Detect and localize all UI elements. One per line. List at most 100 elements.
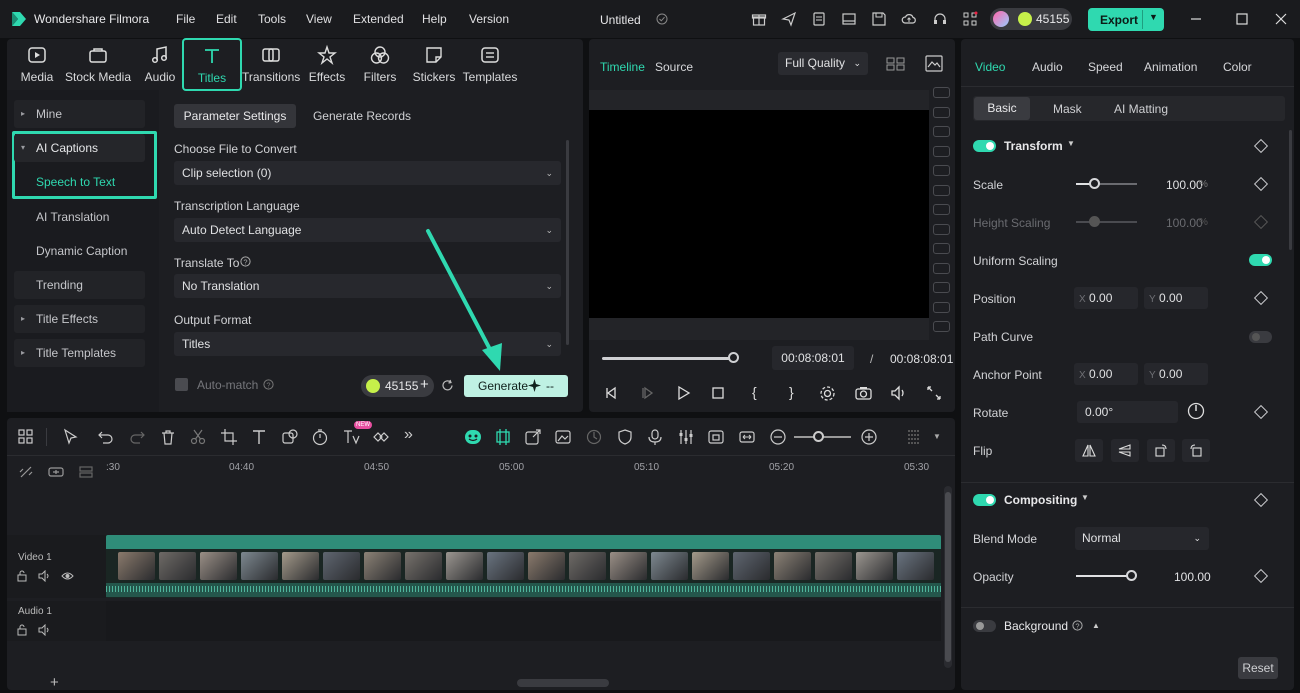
choose-file-select[interactable]: Clip selection (0) ⌄ (174, 161, 561, 185)
stop-icon[interactable] (710, 385, 726, 401)
image-icon[interactable] (925, 55, 943, 72)
tab-parameter-settings[interactable]: Parameter Settings (174, 104, 296, 128)
refresh-icon[interactable] (441, 379, 454, 392)
tab-filters[interactable]: Filters (360, 44, 400, 86)
ai-face-icon[interactable] (464, 428, 482, 446)
tab-templates[interactable]: Templates (462, 44, 518, 86)
rotate-input[interactable]: 0.00° (1077, 401, 1178, 423)
uniform-scaling-toggle[interactable] (1249, 254, 1272, 266)
settings-gear-icon[interactable] (819, 385, 836, 402)
zoom-in-icon[interactable] (860, 428, 878, 446)
opacity-value[interactable]: 100.00 (1174, 570, 1211, 584)
tab-titles[interactable]: Titles (182, 38, 242, 91)
layout-icon[interactable] (841, 11, 857, 27)
chevron-down-icon[interactable]: ▼ (933, 432, 941, 441)
subtab-mask[interactable]: Mask (1053, 102, 1082, 116)
tab-audio[interactable]: Audio (1032, 60, 1063, 74)
eye-icon[interactable] (61, 570, 74, 582)
fit-timeline-icon[interactable] (738, 428, 756, 446)
compositing-toggle[interactable] (973, 494, 996, 506)
subtab-basic[interactable]: Basic (974, 97, 1030, 120)
cloud-upload-icon[interactable] (901, 11, 917, 27)
zoom-slider-handle[interactable] (813, 431, 824, 442)
tab-media[interactable]: Media (14, 44, 60, 86)
position-y-input[interactable]: Y 0.00 (1144, 287, 1208, 309)
export-clip-icon[interactable] (524, 428, 542, 446)
sidebar-item-trending[interactable]: Trending (14, 271, 145, 299)
headset-icon[interactable] (932, 11, 948, 27)
grid-view-icon[interactable] (886, 56, 906, 72)
timeline-ruler[interactable]: :30 04:40 04:50 05:00 05:10 05:20 05:30 (106, 458, 942, 486)
current-time-display[interactable]: 00:08:08:01 (772, 346, 854, 370)
menu-view[interactable]: View (306, 12, 332, 26)
quality-select[interactable]: Full Quality ⌄ (778, 52, 868, 75)
mark-out-icon[interactable]: } (789, 384, 794, 400)
help-icon[interactable]: ? (263, 379, 274, 390)
sidebar-item-ai-captions[interactable]: ▾ AI Captions (14, 134, 145, 162)
speaker-icon[interactable] (38, 570, 51, 582)
tab-color[interactable]: Color (1223, 60, 1252, 74)
send-icon[interactable] (781, 11, 797, 27)
scale-slider-handle[interactable] (1089, 178, 1100, 189)
scrollbar[interactable] (1289, 130, 1292, 250)
blend-mode-select[interactable]: Normal ⌄ (1075, 527, 1209, 550)
more-tools-icon[interactable]: » (404, 426, 413, 444)
speed-timer-icon[interactable] (311, 428, 329, 446)
transform-toggle[interactable] (973, 140, 996, 152)
snap-icon[interactable] (494, 428, 512, 446)
rotate-ccw-button[interactable] (1182, 439, 1210, 462)
chevron-down-icon[interactable]: ▼ (1149, 12, 1158, 22)
progress-bar[interactable] (602, 357, 734, 360)
apps-grid-icon[interactable] (962, 11, 978, 27)
menu-edit[interactable]: Edit (216, 12, 237, 26)
rotate-cw-button[interactable] (1147, 439, 1175, 462)
anchor-y-input[interactable]: Y 0.00 (1144, 363, 1208, 385)
timeline-horizontal-scrollbar[interactable] (517, 679, 609, 687)
account-credits[interactable]: 45155 (990, 8, 1072, 30)
close-icon[interactable] (1273, 11, 1289, 27)
scale-value[interactable]: 100.00 (1166, 178, 1203, 192)
sidebar-item-title-templates[interactable]: ▸ Title Templates (14, 339, 145, 367)
fullscreen-icon[interactable] (926, 385, 942, 401)
auto-reframe-icon[interactable] (707, 428, 725, 446)
link-icon[interactable] (372, 428, 390, 446)
tab-generate-records[interactable]: Generate Records (306, 104, 418, 128)
expand-arrow-icon[interactable]: ▲ (1092, 621, 1100, 630)
select-cursor-icon[interactable] (62, 428, 80, 446)
scroll-thumb[interactable] (945, 492, 951, 662)
generate-button[interactable]: Generate -- (464, 375, 568, 397)
sidebar-item-title-effects[interactable]: ▸ Title Effects (14, 305, 145, 333)
add-track-plus-icon[interactable]: + (50, 674, 59, 691)
help-icon[interactable]: ? (240, 256, 251, 267)
credit-balance-pill[interactable]: 45155 + (361, 375, 434, 397)
microphone-icon[interactable] (646, 428, 664, 446)
tab-timeline[interactable]: Timeline (600, 60, 645, 74)
tab-stickers[interactable]: Stickers (412, 44, 456, 86)
subtab-ai-matting[interactable]: AI Matting (1114, 102, 1168, 116)
help-icon[interactable]: ? (1072, 620, 1083, 631)
shield-icon[interactable] (616, 428, 634, 446)
document-icon[interactable] (811, 11, 827, 27)
text-icon[interactable] (250, 428, 268, 446)
maximize-icon[interactable] (1234, 11, 1250, 27)
save-icon[interactable] (871, 11, 887, 27)
audio-track-area[interactable] (106, 601, 941, 641)
shape-mask-icon[interactable] (281, 428, 299, 446)
gift-icon[interactable] (751, 11, 767, 27)
sidebar-item-ai-translation[interactable]: AI Translation (14, 203, 145, 231)
unlink-icon[interactable] (18, 464, 34, 480)
minimize-icon[interactable] (1188, 11, 1204, 27)
previous-frame-icon[interactable] (603, 385, 619, 401)
undo-icon[interactable] (97, 428, 115, 446)
track-height-icon[interactable] (905, 428, 923, 446)
anchor-x-input[interactable]: X 0.00 (1074, 363, 1138, 385)
speaker-icon[interactable] (38, 624, 51, 636)
lock-icon[interactable] (16, 570, 28, 582)
ai-text-icon[interactable] (342, 428, 360, 446)
tab-stock-media[interactable]: Stock Media (64, 44, 132, 86)
next-frame-icon[interactable] (639, 385, 655, 401)
snapshot-camera-icon[interactable] (855, 385, 872, 401)
flip-vertical-button[interactable] (1111, 439, 1139, 462)
play-icon[interactable] (675, 385, 691, 401)
tab-video[interactable]: Video (975, 60, 1005, 74)
